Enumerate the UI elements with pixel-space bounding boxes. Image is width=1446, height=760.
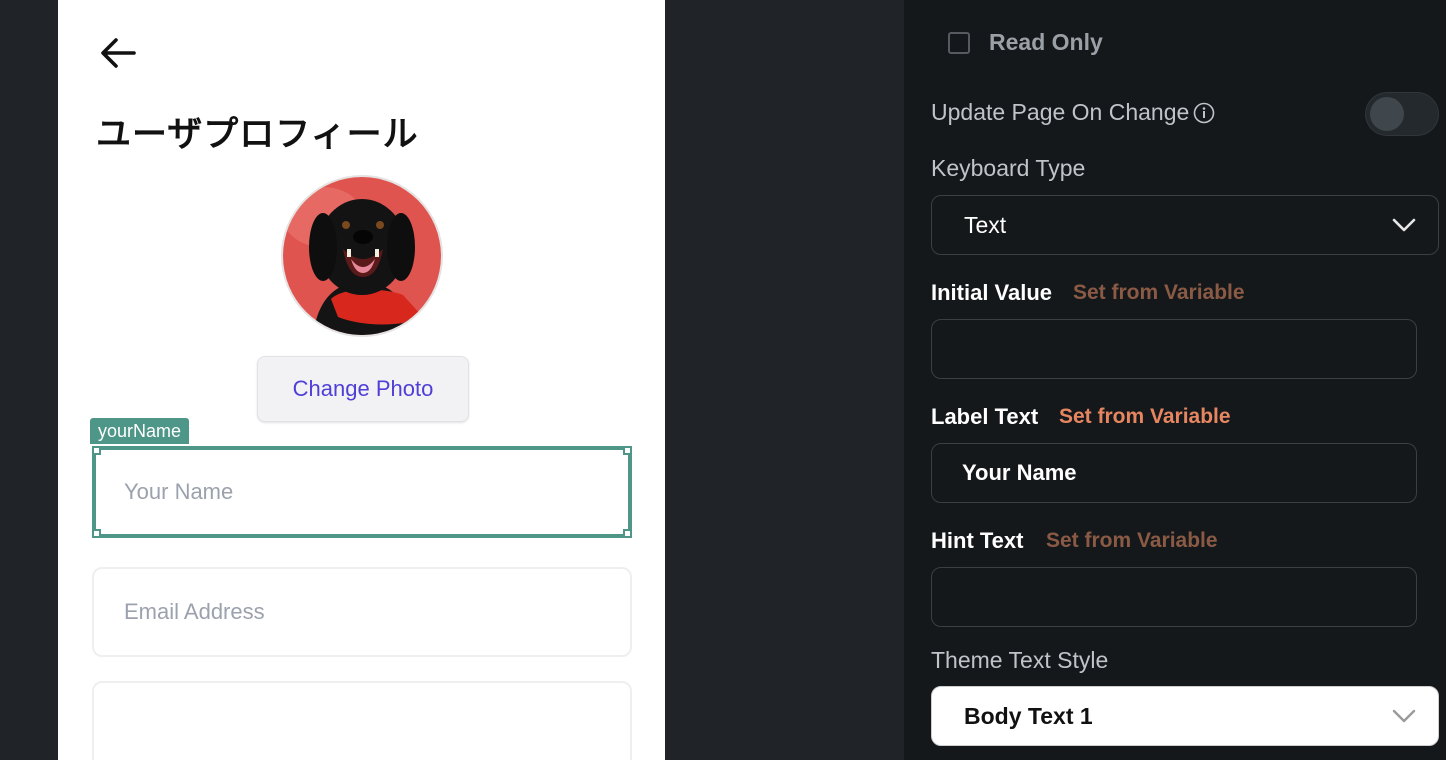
- label-text-input[interactable]: Your Name: [931, 443, 1417, 503]
- hint-text-set-from-variable[interactable]: Set from Variable: [1046, 529, 1218, 553]
- hint-text-input[interactable]: [931, 567, 1417, 627]
- theme-text-style-label: Theme Text Style: [931, 647, 1109, 673]
- email-placeholder: Email Address: [124, 599, 265, 624]
- chevron-down-icon: [1392, 218, 1416, 232]
- theme-text-style-dropdown[interactable]: Body Text 1: [931, 686, 1439, 746]
- name-placeholder: Your Name: [124, 479, 234, 504]
- chevron-down-icon: [1392, 709, 1416, 723]
- design-canvas: ユーザプロフィール Change Photo yourName Your Nam…: [0, 0, 904, 760]
- toggle-knob: [1370, 97, 1404, 131]
- resize-handle[interactable]: [623, 446, 632, 455]
- selected-widget-tag: yourName: [90, 418, 190, 444]
- label-text-set-from-variable[interactable]: Set from Variable: [1059, 405, 1231, 429]
- name-field[interactable]: Your Name: [92, 446, 632, 538]
- info-icon[interactable]: [1193, 102, 1215, 124]
- theme-text-style-value: Body Text 1: [964, 703, 1093, 729]
- change-photo-button[interactable]: Change Photo: [257, 356, 469, 422]
- page-title: ユーザプロフィール: [96, 115, 419, 155]
- update-page-toggle[interactable]: [1365, 92, 1439, 136]
- resize-handle[interactable]: [92, 529, 101, 538]
- resize-handle[interactable]: [623, 529, 632, 538]
- email-field[interactable]: Email Address: [92, 567, 632, 657]
- initial-value-input[interactable]: [931, 319, 1417, 379]
- read-only-label: Read Only: [989, 29, 1103, 55]
- keyboard-type-value: Text: [964, 212, 1007, 238]
- app-bar: ユーザプロフィール: [58, 0, 665, 174]
- avatar: [281, 175, 443, 337]
- keyboard-type-dropdown[interactable]: Text: [931, 195, 1439, 255]
- hint-text-label: Hint Text: [931, 528, 1024, 553]
- read-only-checkbox[interactable]: [948, 32, 970, 54]
- dog-photo: [283, 177, 441, 335]
- label-text-label: Label Text: [931, 404, 1039, 429]
- properties-panel: Read Only Update Page On Change Keyboard…: [904, 0, 1446, 760]
- label-text-value: Your Name: [962, 460, 1077, 485]
- initial-value-label: Initial Value: [931, 280, 1053, 305]
- update-page-label: Update Page On Change: [931, 99, 1190, 125]
- resize-handle[interactable]: [92, 446, 101, 455]
- back-arrow-icon[interactable]: [98, 36, 138, 70]
- keyboard-type-label: Keyboard Type: [931, 155, 1086, 181]
- phone-preview: ユーザプロフィール Change Photo yourName Your Nam…: [58, 0, 665, 760]
- text-field[interactable]: [92, 681, 632, 760]
- initial-value-set-from-variable[interactable]: Set from Variable: [1073, 281, 1245, 305]
